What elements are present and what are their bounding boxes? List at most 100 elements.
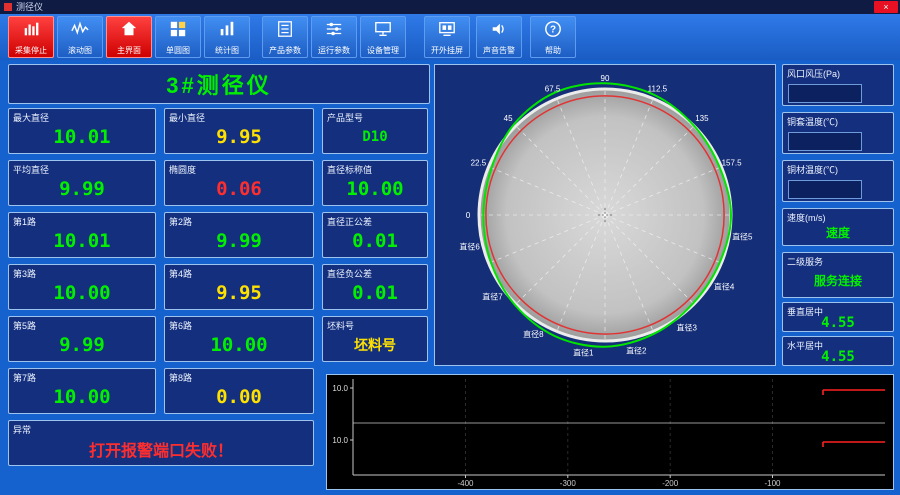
svg-text:90: 90 (601, 74, 610, 83)
toolbar-button-label: 统计图 (215, 46, 239, 55)
field-box-16: 第8路 0.00 (164, 368, 314, 414)
toolbar-button-label: 运行参数 (318, 46, 350, 55)
field-box-12: 第5路 9.99 (8, 316, 156, 362)
field-value: 10.00 (53, 281, 111, 304)
toolbar-button-help[interactable]: ? 帮助 (530, 16, 576, 58)
field-box-13: 第6路 10.00 (164, 316, 314, 362)
toolbar-button-product-params[interactable]: 产品参数 (262, 16, 308, 58)
trend-chart: 10.0 10.0 -400 -300 -200 -100 (332, 379, 885, 488)
status-value: 速度 (825, 226, 850, 240)
svg-text:直径4: 直径4 (714, 282, 735, 292)
toolbar-button-label: 声音告警 (483, 46, 515, 55)
field-box-1: 最小直径 9.95 (164, 108, 314, 154)
window-titlebar: 测径仪 × (0, 0, 900, 14)
field-value: 9.99 (59, 333, 105, 356)
svg-text:-100: -100 (764, 479, 781, 488)
svg-text:直径5: 直径5 (732, 232, 753, 242)
status-box-6: 水平居中 4.55 (782, 336, 894, 366)
svg-text:135: 135 (695, 114, 709, 123)
field-value: 坯料号 (354, 337, 396, 354)
field-value: 10.00 (210, 333, 268, 356)
toolbar-button-label: 单圆图 (166, 46, 190, 55)
field-box-4: 椭圆度 0.06 (164, 160, 314, 206)
field-value: 9.99 (59, 177, 105, 200)
field-box-5: 直径标称值 10.00 (322, 160, 428, 206)
main-title: 3#测径仪 (8, 64, 430, 104)
svg-text:直径1: 直径1 (573, 347, 594, 357)
toolbar-button-device-manage[interactable]: 设备管理 (360, 16, 406, 58)
toolbar-button-scroll-chart[interactable]: 滚动图 (57, 16, 103, 58)
field-value: 10.01 (53, 125, 111, 148)
polar-chart: 0 22.5 45 67.5 90 112.5 135 157.5 直径1 直径2 直径3 直径4 直径… (459, 74, 753, 357)
toolbar-button-single-chart[interactable]: 单圆图 (155, 16, 201, 58)
run-params-icon (325, 20, 343, 38)
window-title: 测径仪 (16, 2, 44, 12)
toolbar-button-run-params[interactable]: 运行参数 (311, 16, 357, 58)
svg-text:10.0: 10.0 (332, 384, 348, 393)
status-value-inset (788, 132, 862, 151)
field-box-15: 第7路 10.00 (8, 368, 156, 414)
status-box-4: 二级服务 服务连接 (782, 252, 894, 298)
svg-text:?: ? (550, 25, 556, 36)
svg-text:157.5: 157.5 (722, 159, 743, 168)
acquisition-stop-icon (22, 20, 40, 38)
status-box-1: 铜套温度(℃) (782, 112, 894, 154)
app-icon (4, 3, 12, 11)
toolbar-button-label: 开外挂屏 (431, 46, 463, 55)
svg-text:45: 45 (504, 114, 513, 123)
svg-text:-300: -300 (560, 479, 577, 488)
single-chart-icon (169, 20, 187, 38)
field-box-14: 坯料号 坯料号 (322, 316, 428, 362)
svg-text:22.5: 22.5 (471, 159, 487, 168)
field-value: 0.01 (352, 229, 398, 252)
scroll-chart-icon (71, 20, 89, 38)
trend-chart-panel: 10.0 10.0 -400 -300 -200 -100 (326, 374, 894, 490)
status-value: 4.55 (821, 314, 855, 331)
help-icon: ? (544, 20, 562, 38)
status-box-3: 速度(m/s) 速度 (782, 208, 894, 246)
field-box-10: 第4路 9.95 (164, 264, 314, 310)
field-box-11: 直径负公差 0.01 (322, 264, 428, 310)
external-screen-icon (438, 20, 456, 38)
svg-text:67.5: 67.5 (545, 84, 561, 93)
field-box-17: 异常 打开报警端口失败！ (8, 420, 314, 466)
toolbar-button-label: 滚动图 (68, 46, 92, 55)
field-box-6: 第1路 10.01 (8, 212, 156, 258)
status-value-inset (788, 180, 862, 199)
toolbar-button-external-screen[interactable]: 开外挂屏 (424, 16, 470, 58)
field-value: D10 (362, 128, 388, 145)
toolbar-button-acquisition-stop[interactable]: 采集停止 (8, 16, 54, 58)
toolbar-button-label: 主界面 (117, 46, 141, 55)
stats-chart-icon (218, 20, 236, 38)
field-box-0: 最大直径 10.01 (8, 108, 156, 154)
field-value: 0.01 (352, 281, 398, 304)
main-title-text: 3#测径仪 (166, 73, 272, 98)
field-value: 10.01 (53, 229, 111, 252)
device-manage-icon (374, 20, 392, 38)
home-icon (120, 20, 138, 38)
svg-text:直径3: 直径3 (676, 323, 697, 333)
status-box-2: 铜材温度(℃) (782, 160, 894, 202)
toolbar-button-stats-chart[interactable]: 统计图 (204, 16, 250, 58)
field-value: 10.00 (346, 177, 404, 200)
status-label: 铜套温度(℃) (787, 117, 838, 127)
status-value-inset (788, 84, 862, 103)
toolbar-button-label: 产品参数 (269, 46, 301, 55)
field-value: 打开报警端口失败！ (88, 440, 233, 460)
toolbar-button-home[interactable]: 主界面 (106, 16, 152, 58)
svg-text:-400: -400 (457, 479, 474, 488)
field-value: 0.00 (216, 385, 262, 408)
sound-alarm-icon (490, 20, 508, 38)
status-label: 风口风压(Pa) (787, 69, 841, 79)
close-button[interactable]: × (874, 1, 898, 13)
svg-text:直径7: 直径7 (482, 292, 503, 302)
svg-text:直径2: 直径2 (626, 345, 647, 355)
toolbar-button-sound-alarm[interactable]: 声音告警 (476, 16, 522, 58)
polar-chart-panel: 0 22.5 45 67.5 90 112.5 135 157.5 直径1 直径2 直径3 直径4 直径… (434, 64, 776, 366)
toolbar-button-label: 帮助 (545, 46, 561, 55)
product-params-icon (276, 20, 294, 38)
status-value: 4.55 (821, 348, 855, 365)
svg-text:0: 0 (466, 211, 471, 220)
toolbar-button-label: 设备管理 (367, 46, 399, 55)
field-value: 9.95 (216, 281, 262, 304)
